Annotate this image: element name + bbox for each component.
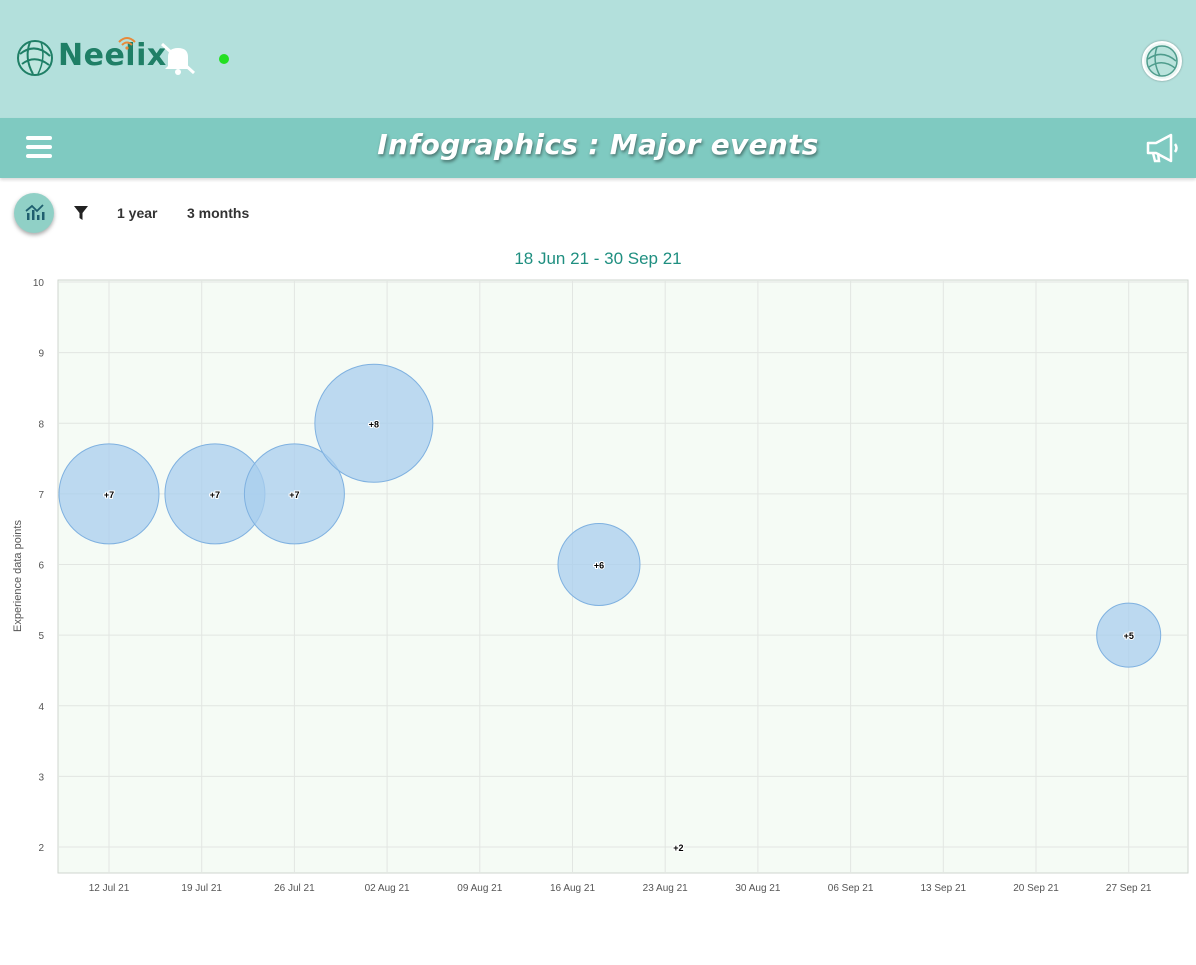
y-tick-label: 8 (38, 419, 44, 430)
bubble-point[interactable] (243, 443, 345, 545)
avatar-globe-icon (1146, 45, 1178, 77)
bubble-data-label: +7 (289, 490, 299, 500)
x-tick-label: 09 Aug 21 (457, 883, 502, 894)
top-bar: Neelix (0, 0, 1196, 118)
y-tick-label: 2 (38, 843, 44, 854)
x-tick-label: 06 Sep 21 (828, 883, 874, 894)
y-tick-label: 9 (38, 349, 44, 360)
bubble-data-label: +7 (210, 490, 220, 500)
bubble-data-label: +8 (369, 419, 379, 429)
bell-off-icon[interactable] (158, 40, 198, 76)
filter-icon[interactable] (73, 205, 89, 221)
x-tick-label: 20 Sep 21 (1013, 883, 1059, 894)
wifi-signal-icon (118, 37, 136, 50)
x-tick-label: 02 Aug 21 (365, 883, 410, 894)
chart-title: 18 Jun 21 - 30 Sep 21 (514, 249, 682, 268)
chart-toolbar: 1 year 3 months (0, 186, 1196, 240)
logo-text: Neelix (58, 37, 167, 73)
bubble-point[interactable] (164, 443, 266, 545)
y-tick-label: 5 (38, 631, 44, 642)
x-tick-label: 13 Sep 21 (920, 883, 966, 894)
bubble-point[interactable] (58, 443, 160, 545)
chart-type-button[interactable] (14, 193, 54, 233)
y-tick-label: 4 (38, 702, 44, 713)
x-tick-label: 16 Aug 21 (550, 883, 595, 894)
bubble-point[interactable] (1096, 602, 1162, 668)
range-1-year-button[interactable]: 1 year (117, 205, 157, 221)
y-tick-label: 3 (38, 772, 44, 783)
x-tick-label: 12 Jul 21 (89, 883, 130, 894)
x-tick-label: 30 Aug 21 (735, 883, 780, 894)
online-status-dot (219, 54, 229, 64)
user-avatar[interactable] (1142, 41, 1182, 81)
context-menu-icon[interactable] (1166, 284, 1188, 300)
chart-icon (25, 204, 45, 220)
title-bar: Infographics : Major events (0, 118, 1196, 178)
range-3-months-button[interactable]: 3 months (187, 205, 249, 221)
plot-area (57, 279, 1189, 874)
bubble-data-label: +2 (673, 843, 683, 853)
bubble-point[interactable] (314, 363, 434, 483)
x-tick-label: 26 Jul 21 (274, 883, 315, 894)
bubble-data-label: +6 (594, 561, 604, 571)
y-tick-label: 6 (38, 561, 44, 572)
globe-logo-icon (17, 40, 53, 76)
app-logo[interactable]: Neelix (14, 34, 167, 76)
y-tick-label: 7 (38, 490, 44, 501)
bubble-data-label: +5 (1124, 631, 1134, 641)
y-axis-label: Experience data points (12, 520, 24, 632)
bubble-point[interactable] (557, 523, 641, 606)
x-tick-label: 23 Aug 21 (643, 883, 688, 894)
x-tick-label: 27 Sep 21 (1106, 883, 1152, 894)
y-tick-label: 10 (33, 278, 45, 289)
bubble-data-label: +7 (104, 490, 114, 500)
x-tick-label: 19 Jul 21 (181, 883, 222, 894)
megaphone-icon[interactable] (1145, 132, 1181, 164)
page-title: Infographics : Major events (377, 128, 819, 161)
